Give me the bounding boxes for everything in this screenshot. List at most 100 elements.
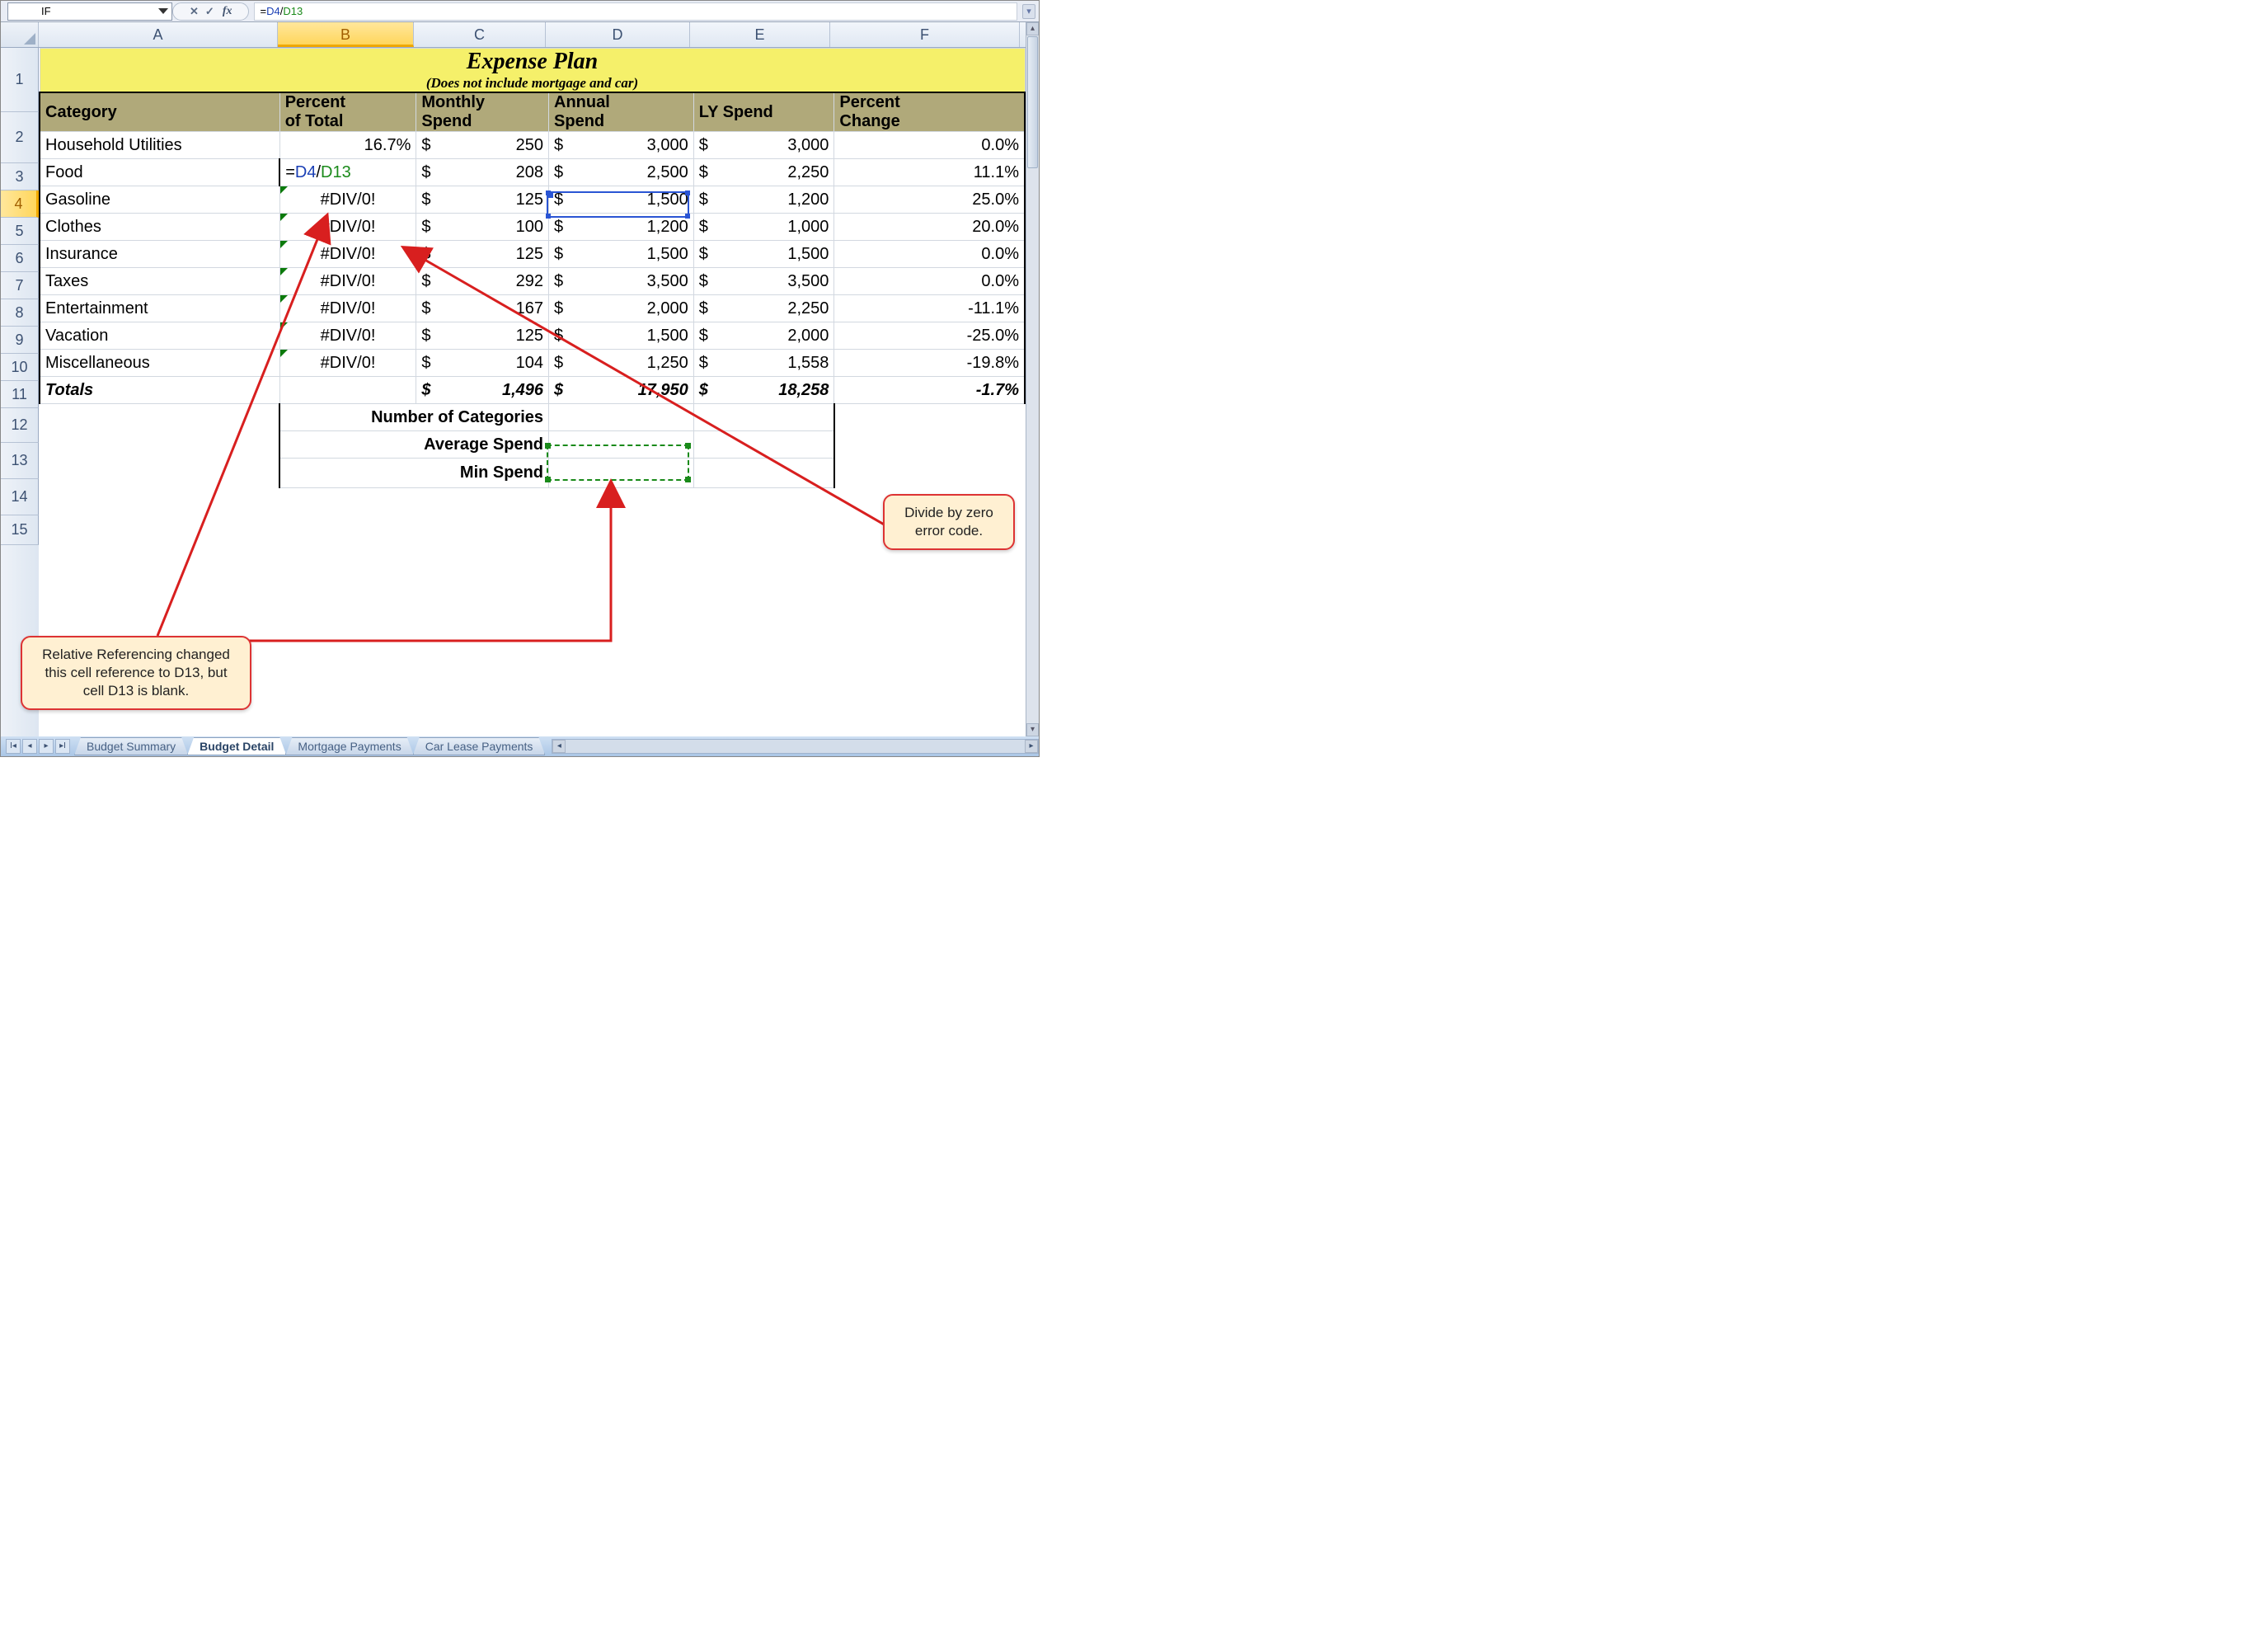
cell-c-1[interactable]: $208 [416,159,549,186]
cancel-button[interactable]: ✕ [190,5,199,18]
header-b[interactable]: Percentof Total [279,92,416,132]
insert-function-button[interactable]: fx [223,5,232,18]
cell-percent-4[interactable]: #DIV/0! [279,241,416,268]
cell-category-4[interactable]: Insurance [40,241,279,268]
cell-e-3[interactable]: $1,000 [693,214,834,241]
row-header-5[interactable]: 5 [1,218,39,245]
cell-category-6[interactable]: Entertainment [40,295,279,322]
cell-d-2[interactable]: $1,500 [549,186,694,214]
totals-d[interactable]: $17,950 [549,377,694,404]
cell-category-2[interactable]: Gasoline [40,186,279,214]
row-header-9[interactable]: 9 [1,327,39,354]
column-header-d[interactable]: D [546,22,690,47]
column-header-c[interactable]: C [414,22,546,47]
label-val-d-1[interactable] [549,431,694,459]
cell-d-4[interactable]: $1,500 [549,241,694,268]
column-header-b[interactable]: B [278,22,414,47]
formula-input[interactable]: =D4/D13 [254,2,1017,21]
header-f[interactable]: PercentChange [834,92,1025,132]
sheet-tab-mortgage-payments[interactable]: Mortgage Payments [285,737,413,755]
name-box[interactable]: IF [7,2,172,21]
cell-c-3[interactable]: $100 [416,214,549,241]
totals-e[interactable]: $18,258 [693,377,834,404]
row-header-11[interactable]: 11 [1,381,39,408]
sheet-tab-car-lease-payments[interactable]: Car Lease Payments [413,737,546,755]
cell-category-7[interactable]: Vacation [40,322,279,350]
row-header-3[interactable]: 3 [1,163,39,190]
cell-e-8[interactable]: $1,558 [693,350,834,377]
totals-b[interactable] [279,377,416,404]
blank-f-0[interactable] [834,404,1025,431]
row-header-2[interactable]: 2 [1,112,39,163]
cell-e-4[interactable]: $1,500 [693,241,834,268]
cell-e-1[interactable]: $2,250 [693,159,834,186]
cell-e-5[interactable]: $3,500 [693,268,834,295]
tab-nav-prev[interactable]: ◂ [22,739,37,754]
cell-percent-5[interactable]: #DIV/0! [279,268,416,295]
cell-d-3[interactable]: $1,200 [549,214,694,241]
totals-f[interactable]: -1.7% [834,377,1025,404]
row-header-13[interactable]: 13 [1,443,39,479]
label-2[interactable]: Min Spend [279,459,548,488]
cell-percent-2[interactable]: #DIV/0! [279,186,416,214]
cell-change-5[interactable]: 0.0% [834,268,1025,295]
cell-percent-7[interactable]: #DIV/0! [279,322,416,350]
header-a[interactable]: Category [40,92,279,132]
cell-category-0[interactable]: Household Utilities [40,132,279,159]
label-val-e-2[interactable] [693,459,834,488]
label-val-e-0[interactable] [693,404,834,431]
select-all-corner[interactable] [1,22,39,47]
blank-f-1[interactable] [834,431,1025,459]
tab-nav-last[interactable]: ▸I [55,739,70,754]
column-header-a[interactable]: A [39,22,278,47]
cell-change-1[interactable]: 11.1% [834,159,1025,186]
row-header-8[interactable]: 8 [1,299,39,327]
horizontal-scrollbar[interactable]: ◂ ▸ [552,739,1039,754]
cell-change-8[interactable]: -19.8% [834,350,1025,377]
cell-category-1[interactable]: Food [40,159,279,186]
header-d[interactable]: AnnualSpend [549,92,694,132]
totals-c[interactable]: $1,496 [416,377,549,404]
cell-d-7[interactable]: $1,500 [549,322,694,350]
title-cell[interactable]: Expense Plan(Does not include mortgage a… [40,49,1025,93]
blank-a-0[interactable] [40,404,279,431]
label-val-d-2[interactable] [549,459,694,488]
cell-c-2[interactable]: $125 [416,186,549,214]
cell-c-4[interactable]: $125 [416,241,549,268]
blank-f-2[interactable] [834,459,1025,488]
cell-category-3[interactable]: Clothes [40,214,279,241]
scroll-up-button[interactable]: ▴ [1026,22,1039,35]
cell-e-2[interactable]: $1,200 [693,186,834,214]
cell-percent-8[interactable]: #DIV/0! [279,350,416,377]
tab-nav-next[interactable]: ▸ [39,739,54,754]
cell-category-5[interactable]: Taxes [40,268,279,295]
row-header-7[interactable]: 7 [1,272,39,299]
expand-formula-bar-button[interactable]: ▾ [1022,4,1035,19]
scroll-thumb[interactable] [1027,36,1038,168]
header-e[interactable]: LY Spend [693,92,834,132]
cell-d-0[interactable]: $3,000 [549,132,694,159]
hscroll-right-button[interactable]: ▸ [1025,740,1038,753]
cell-change-6[interactable]: -11.1% [834,295,1025,322]
cell-percent-6[interactable]: #DIV/0! [279,295,416,322]
header-c[interactable]: MonthlySpend [416,92,549,132]
label-val-d-0[interactable] [549,404,694,431]
column-header-f[interactable]: F [830,22,1020,47]
cell-c-5[interactable]: $292 [416,268,549,295]
row-header-12[interactable]: 12 [1,408,39,443]
row-header-14[interactable]: 14 [1,479,39,515]
cell-d-8[interactable]: $1,250 [549,350,694,377]
cell-percent-0[interactable]: 16.7% [279,132,416,159]
cell-d-5[interactable]: $3,500 [549,268,694,295]
label-0[interactable]: Number of Categories [279,404,548,431]
name-box-dropdown-icon[interactable] [158,8,168,14]
cell-d-1[interactable]: $2,500 [549,159,694,186]
row-header-4[interactable]: 4 [1,190,39,218]
scroll-down-button[interactable]: ▾ [1026,723,1039,736]
cell-c-0[interactable]: $250 [416,132,549,159]
cell-e-0[interactable]: $3,000 [693,132,834,159]
row-header-6[interactable]: 6 [1,245,39,272]
cell-c-7[interactable]: $125 [416,322,549,350]
cell-d-6[interactable]: $2,000 [549,295,694,322]
cell-c-8[interactable]: $104 [416,350,549,377]
